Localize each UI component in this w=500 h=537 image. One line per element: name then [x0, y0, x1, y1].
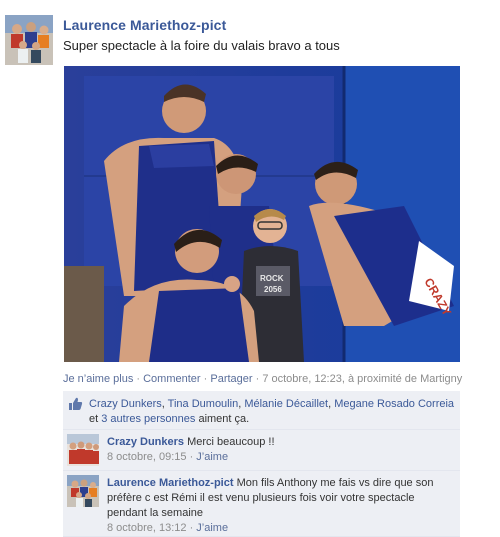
liker-name[interactable]: Megane Rosado Correia: [334, 398, 454, 410]
commenter-avatar[interactable]: [67, 475, 99, 507]
svg-text:2056: 2056: [264, 285, 282, 294]
unlike-link[interactable]: Je n’aime plus: [63, 373, 133, 385]
actions-separator: ·: [133, 373, 144, 385]
comment-item: Laurence Mariethoz-pict Mon fils Anthony…: [63, 471, 460, 537]
post-actions: Je n’aime plus · Commenter · Partager · …: [63, 373, 462, 385]
comment-author[interactable]: Crazy Dunkers: [107, 436, 184, 448]
thumbs-up-icon: [68, 397, 83, 414]
actions-separator: ·: [200, 373, 211, 385]
liker-name[interactable]: Tina Dumoulin: [168, 398, 239, 410]
post-text: Super spectacle à la foire du valais bra…: [63, 38, 340, 53]
comment-author[interactable]: Laurence Mariethoz-pict: [107, 477, 234, 489]
comment-meta: 8 octobre, 13:12 · J’aime: [107, 522, 229, 534]
comment-body: Laurence Mariethoz-pict Mon fils Anthony…: [107, 476, 453, 536]
post-author-name[interactable]: Laurence Mariethoz-pict: [63, 17, 226, 33]
comment-like-link[interactable]: J’aime: [196, 522, 228, 534]
other-likers-link[interactable]: 3 autres personnes: [101, 413, 195, 425]
author-avatar[interactable]: [5, 15, 53, 65]
svg-text:ROCK: ROCK: [260, 274, 284, 283]
comment-time: 8 octobre, 09:15: [107, 451, 187, 463]
likes-box: Crazy Dunkers, Tina Dumoulin, Mélanie Dé…: [63, 391, 460, 430]
comment-meta: 8 octobre, 09:15 · J’aime: [107, 451, 229, 463]
comment-text: Merci beaucoup !!: [184, 436, 275, 448]
comment-like-link[interactable]: J’aime: [196, 451, 228, 463]
comment-time: 8 octobre, 13:12: [107, 522, 187, 534]
share-link[interactable]: Partager: [210, 373, 252, 385]
post-photo[interactable]: CRAZY ROCK 2056: [64, 66, 460, 362]
comment-link[interactable]: Commenter: [143, 373, 200, 385]
likes-text: Crazy Dunkers, Tina Dumoulin, Mélanie Dé…: [89, 398, 455, 425]
comment-body: Crazy Dunkers Merci beaucoup !! 8 octobr…: [107, 435, 453, 465]
liker-name[interactable]: Mélanie Décaillet: [244, 398, 328, 410]
commenter-avatar[interactable]: [67, 434, 99, 466]
post-timestamp-location: · 7 octobre, 12:23, à proximité de Marti…: [252, 373, 463, 385]
liker-name[interactable]: Crazy Dunkers: [89, 398, 162, 410]
comment-item: Crazy Dunkers Merci beaucoup !! 8 octobr…: [63, 430, 460, 471]
